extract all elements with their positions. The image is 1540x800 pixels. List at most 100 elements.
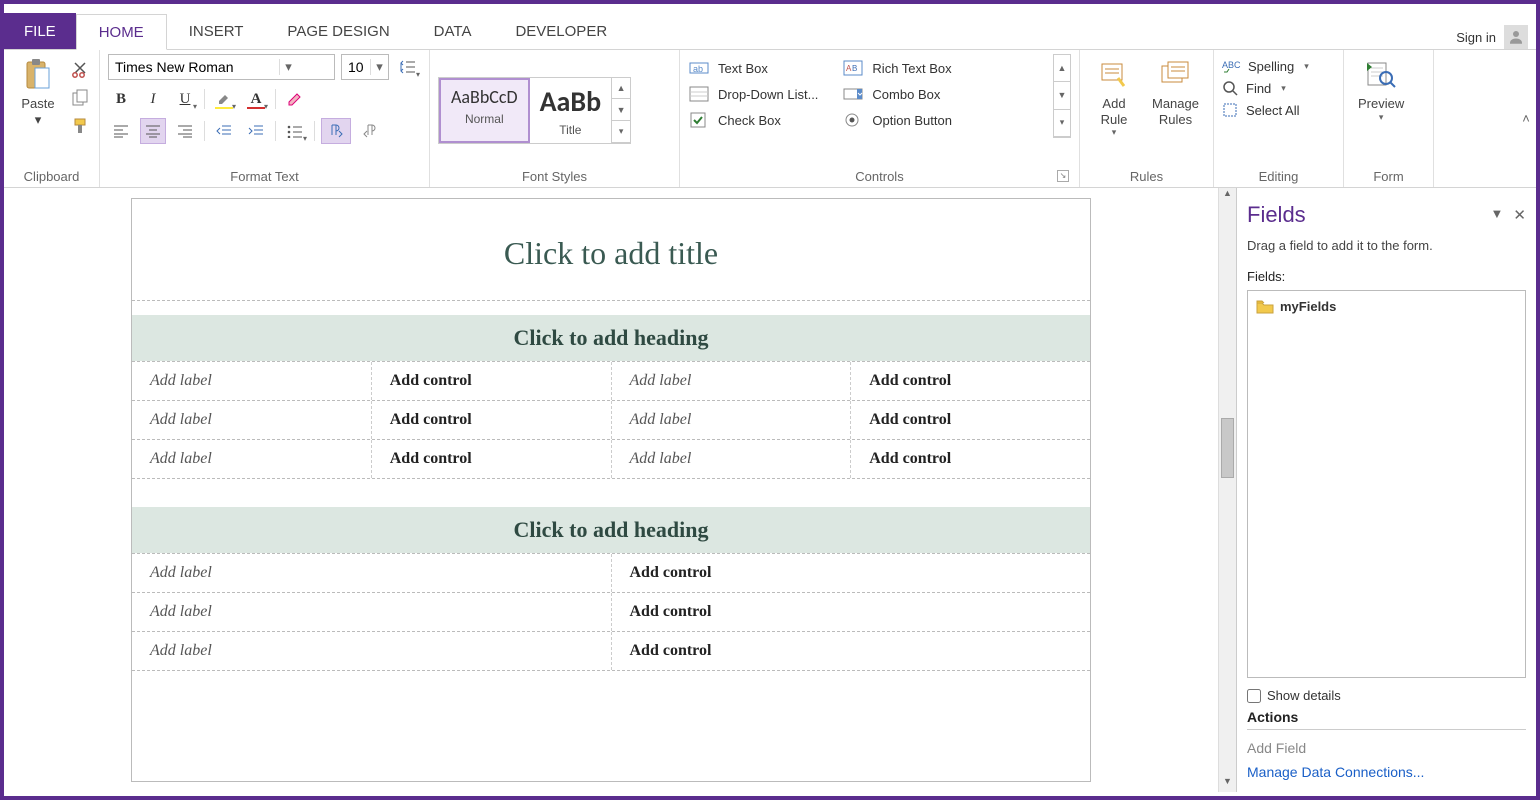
paste-icon — [21, 58, 55, 92]
highlight-button[interactable]: ▾ — [211, 86, 237, 112]
group-controls-label: Controls↘ — [688, 166, 1071, 185]
tab-developer[interactable]: DEVELOPER — [493, 13, 629, 49]
controls-down-icon[interactable]: ▼ — [1054, 82, 1070, 109]
group-clipboard-label: Clipboard — [12, 166, 91, 185]
show-details-input[interactable] — [1247, 689, 1261, 703]
table-row[interactable]: Add label Add control Add label Add cont… — [132, 439, 1090, 479]
control-check-box[interactable]: Check Box — [688, 110, 818, 130]
rich-text-box-icon: AB — [842, 58, 864, 78]
clear-formatting-button[interactable] — [282, 86, 308, 112]
form-canvas[interactable]: Click to add title Click to add heading … — [131, 198, 1091, 782]
control-option-button[interactable]: Option Button — [842, 110, 952, 130]
manage-data-connections-link[interactable]: Manage Data Connections... — [1247, 760, 1526, 784]
group-rules-label: Rules — [1088, 166, 1205, 185]
tab-insert[interactable]: INSERT — [167, 13, 266, 49]
spelling-icon: ABC — [1222, 58, 1242, 74]
add-rule-button[interactable]: Add Rule ▾ — [1088, 54, 1140, 142]
task-pane-title: Fields — [1247, 202, 1306, 228]
paste-label: Paste — [21, 96, 54, 111]
underline-button[interactable]: U▾ — [172, 86, 198, 112]
align-right-button[interactable] — [172, 118, 198, 144]
gallery-down-icon[interactable]: ▼ — [612, 99, 630, 121]
text-box-icon: ab — [688, 58, 710, 78]
manage-rules-button[interactable]: Manage Rules — [1146, 54, 1205, 131]
tab-home[interactable]: HOME — [76, 14, 167, 50]
table-row[interactable]: Add label Add control Add label Add cont… — [132, 361, 1090, 400]
decrease-indent-button[interactable] — [211, 118, 237, 144]
font-size-combo[interactable]: ▾ — [341, 54, 389, 80]
paste-button[interactable]: Paste▾ — [12, 54, 64, 131]
tree-root-myfields[interactable]: myFields — [1256, 299, 1517, 314]
task-pane-close-icon[interactable]: ✕ — [1513, 206, 1526, 224]
sign-in-link[interactable]: Sign in — [1456, 30, 1496, 45]
controls-dialog-launcher[interactable]: ↘ — [1057, 170, 1069, 182]
cut-icon[interactable] — [70, 60, 90, 80]
section2-heading[interactable]: Click to add heading — [132, 507, 1090, 553]
copy-icon[interactable] — [70, 88, 90, 108]
control-text-box[interactable]: abText Box — [688, 58, 818, 78]
style-gallery[interactable]: AaBbCcD Normal AaBb Title ▲ ▼ ▾ — [438, 77, 631, 144]
scroll-thumb[interactable] — [1221, 418, 1234, 478]
manage-rules-icon — [1158, 58, 1192, 92]
collapse-ribbon-icon[interactable]: ˄ — [1516, 111, 1536, 126]
select-all-button[interactable]: Select All — [1222, 102, 1309, 118]
rtl-direction-button[interactable] — [357, 118, 387, 144]
tab-data[interactable]: DATA — [412, 13, 494, 49]
tab-page-design[interactable]: PAGE DESIGN — [265, 13, 411, 49]
actions-heading: Actions — [1247, 709, 1526, 730]
align-center-button[interactable] — [140, 118, 166, 144]
title-placeholder[interactable]: Click to add title — [132, 199, 1090, 300]
font-size-dropdown-icon[interactable]: ▾ — [370, 59, 388, 75]
align-left-button[interactable] — [108, 118, 134, 144]
style-title[interactable]: AaBb Title — [530, 78, 613, 143]
table-row[interactable]: Add label Add control — [132, 592, 1090, 631]
font-name-combo[interactable]: ▾ — [108, 54, 335, 80]
gallery-up-icon[interactable]: ▲ — [612, 78, 630, 100]
table-row[interactable]: Add label Add control — [132, 631, 1090, 671]
find-button[interactable]: Find▾ — [1222, 80, 1309, 96]
style-normal[interactable]: AaBbCcD Normal — [439, 78, 530, 143]
control-rich-text-box[interactable]: ABRich Text Box — [842, 58, 952, 78]
file-tab[interactable]: FILE — [4, 13, 76, 49]
preview-icon — [1364, 58, 1398, 92]
control-combo-box[interactable]: Combo Box — [842, 84, 952, 104]
check-box-icon — [688, 110, 710, 130]
controls-more-icon[interactable]: ▾ — [1054, 110, 1070, 137]
font-size-input[interactable] — [342, 59, 370, 75]
fields-tree[interactable]: myFields — [1247, 290, 1526, 678]
control-dropdown-list[interactable]: Drop-Down List... — [688, 84, 818, 104]
add-rule-icon — [1097, 58, 1131, 92]
ribbon: Paste▾ Clipboard ▾ ▾ — [4, 50, 1536, 188]
select-all-icon — [1222, 102, 1240, 118]
scroll-down-icon[interactable]: ▼ — [1219, 776, 1236, 792]
svg-text:ab: ab — [693, 64, 703, 74]
scroll-up-icon[interactable]: ▲ — [1219, 188, 1236, 204]
italic-button[interactable]: I — [140, 86, 166, 112]
show-details-checkbox[interactable]: Show details — [1247, 688, 1526, 703]
group-form-label: Form — [1352, 166, 1425, 185]
increase-indent-button[interactable] — [243, 118, 269, 144]
ltr-direction-button[interactable] — [321, 118, 351, 144]
font-name-input[interactable] — [109, 59, 279, 75]
spelling-button[interactable]: ABCSpelling▾ — [1222, 58, 1309, 74]
user-avatar-icon[interactable] — [1504, 25, 1528, 49]
bold-button[interactable]: B — [108, 86, 134, 112]
preview-label: Preview — [1358, 96, 1404, 112]
format-painter-icon[interactable] — [70, 116, 90, 136]
line-spacing-button[interactable]: ▾ — [395, 54, 421, 80]
table-row[interactable]: Add label Add control Add label Add cont… — [132, 400, 1090, 439]
group-font-styles-label: Font Styles — [438, 166, 671, 185]
group-editing-label: Editing — [1222, 166, 1335, 185]
section1-heading[interactable]: Click to add heading — [132, 315, 1090, 361]
font-color-button[interactable]: A▾ — [243, 86, 269, 112]
bullet-list-button[interactable]: ▾ — [282, 118, 308, 144]
preview-button[interactable]: Preview ▾ — [1352, 54, 1410, 127]
add-rule-label: Add Rule — [1101, 96, 1128, 127]
font-name-dropdown-icon[interactable]: ▾ — [279, 59, 297, 75]
task-pane-menu-icon[interactable]: ▼ — [1491, 206, 1504, 224]
gallery-more-icon[interactable]: ▾ — [612, 121, 630, 143]
table-row[interactable]: Add label Add control — [132, 553, 1090, 592]
task-pane-hint: Drag a field to add it to the form. — [1247, 238, 1526, 253]
controls-up-icon[interactable]: ▲ — [1054, 55, 1070, 82]
vertical-scrollbar[interactable]: ▲ ▼ — [1218, 188, 1236, 792]
